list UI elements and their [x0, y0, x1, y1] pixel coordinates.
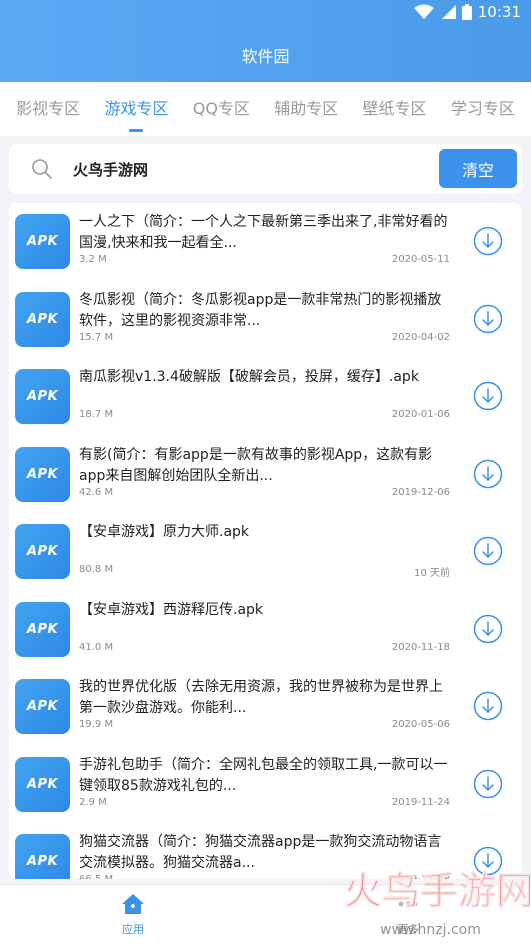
item-date: 2019-11-28	[392, 874, 450, 879]
item-date: 2020-05-11	[391, 254, 450, 265]
item-date: 2020-04-02	[391, 331, 450, 343]
tab-wallpaper[interactable]: 壁纸专区	[359, 82, 431, 136]
item-title: 一人之下（简介：一个人之下最新第三季出来了,非常好看的国漫,快来和我一起看全..…	[79, 214, 448, 251]
item-size: 41.0 M	[79, 641, 114, 653]
item-title: 手游礼包助手（简介：全网礼包最全的领取工具,一款可以一键领取85款游戏礼包的..…	[79, 756, 448, 794]
download-icon[interactable]	[473, 769, 503, 799]
item-size: 15.7 M	[79, 331, 114, 343]
home-icon	[122, 894, 144, 914]
apk-icon: APK	[15, 756, 70, 812]
list-item[interactable]: APK 狗猫交流器（简介：狗猫交流器app是一款狗交流动物语言交流模拟器。狗猫交流…	[9, 823, 522, 879]
page-title: 软件园	[241, 47, 290, 66]
item-size: 18.7 M	[79, 409, 114, 420]
nav-more-label: 更多	[397, 923, 419, 936]
item-date: 10 天前	[414, 568, 450, 579]
item-date: 2020-01-06	[391, 409, 450, 420]
list-item[interactable]: APK 冬瓜影视（简介：冬瓜影视app是一款非常热门的影视播放软件，这里的影视资源…	[9, 281, 522, 359]
status-icons: 10:31	[413, 3, 521, 21]
download-icon[interactable]	[473, 846, 503, 876]
apk-icon: APK	[15, 834, 70, 879]
tab-games[interactable]: 游戏专区	[100, 82, 172, 136]
status-bar: 10:31	[0, 0, 531, 28]
tab-qq[interactable]: QQ专区	[189, 82, 254, 136]
nav-apps-label: 应用	[122, 923, 144, 936]
apk-icon: APK	[15, 679, 70, 734]
item-title: 狗猫交流器（简介：狗猫交流器app是一款狗交流动物语言交流模拟器。狗猫交流器a.…	[79, 834, 442, 871]
download-icon[interactable]	[473, 691, 503, 721]
item-title: 冬瓜影视（简介：冬瓜影视app是一款非常热门的影视播放软件，这里的影视资源非常.…	[79, 291, 442, 329]
nav-apps[interactable]: 应用	[105, 893, 161, 937]
list-item[interactable]: APK 【安卓游戏】西游释厄传.apk 41.0 M 2020-11-18	[9, 591, 522, 669]
clear-button[interactable]: 清空	[439, 149, 517, 188]
status-time: 10:31	[477, 3, 521, 21]
item-date: 2019-12-06	[391, 486, 450, 498]
item-title: 我的世界优化版（去除无用资源，我的世界被称为是世界上第一款沙盘游戏。你能利...	[79, 679, 443, 716]
tab-assist[interactable]: 辅助专区	[270, 82, 342, 136]
app-header: 软件园	[0, 28, 531, 82]
download-icon[interactable]	[473, 614, 503, 644]
item-size: 19.9 M	[79, 719, 114, 730]
apk-icon: APK	[15, 446, 70, 502]
download-icon[interactable]	[473, 536, 503, 566]
download-icon[interactable]	[473, 226, 503, 256]
list-item[interactable]: APK 【安卓游戏】原力大师.apk 80.8 M 10 天前	[9, 513, 522, 591]
more-icon	[398, 901, 418, 907]
bottom-nav: 应用 更多	[0, 884, 531, 944]
item-title: 【安卓游戏】西游释厄传.apk	[79, 601, 264, 618]
item-title: 【安卓游戏】原力大师.apk	[79, 524, 250, 540]
download-icon[interactable]	[473, 459, 503, 489]
nav-more[interactable]: 更多	[380, 893, 436, 937]
tab-movies[interactable]: 影视专区	[12, 82, 84, 136]
apk-icon: APK	[15, 601, 70, 657]
list-item[interactable]: APK 一人之下（简介：一个人之下最新第三季出来了,非常好看的国漫,快来和我一起看…	[9, 203, 522, 281]
wifi-icon	[413, 4, 434, 19]
download-icon[interactable]	[473, 304, 503, 334]
category-tabs: 影视专区 游戏专区 QQ专区 辅助专区 壁纸专区 学习专区	[0, 82, 531, 136]
item-size: 66.5 M	[79, 874, 113, 879]
search-bar: 清空	[9, 144, 522, 194]
tab-study[interactable]: 学习专区	[447, 82, 519, 136]
item-date: 2020-05-06	[391, 719, 450, 730]
apk-icon: APK	[15, 291, 70, 347]
list-item[interactable]: APK 手游礼包助手（简介：全网礼包最全的领取工具,一款可以一键领取85款游戏礼包…	[9, 746, 522, 824]
item-title: 南瓜影视v1.3.4破解版【破解会员，投屏，缓存】.apk	[79, 369, 419, 385]
apk-icon: APK	[15, 369, 70, 424]
search-icon	[32, 159, 52, 179]
list-item[interactable]: APK 有影(简介：有影app是一款有故事的影视App，这款有影app来自图解创始…	[9, 436, 522, 514]
signal-icon	[441, 5, 456, 19]
item-size: 2.9 M	[79, 796, 107, 808]
item-size: 42.6 M	[79, 486, 114, 498]
apk-icon: APK	[15, 524, 70, 579]
list-item[interactable]: APK 南瓜影视v1.3.4破解版【破解会员，投屏，缓存】.apk 18.7 M 20…	[9, 358, 522, 436]
app-list: APK 一人之下（简介：一个人之下最新第三季出来了,非常好看的国漫,快来和我一起看…	[9, 203, 522, 879]
search-input[interactable]	[73, 154, 413, 184]
battery-icon	[461, 4, 472, 20]
item-date: 2020-11-18	[391, 641, 450, 653]
item-date: 2019-11-24	[391, 796, 450, 808]
item-size: 3.2 M	[79, 254, 107, 265]
apk-icon: APK	[15, 214, 70, 269]
item-size: 80.8 M	[79, 564, 114, 575]
item-title: 有影(简介：有影app是一款有故事的影视App，这款有影app来自图解创始团队全…	[79, 446, 433, 484]
list-item[interactable]: APK 我的世界优化版（去除无用资源，我的世界被称为是世界上第一款沙盘游戏。你能利…	[9, 668, 522, 746]
download-icon[interactable]	[473, 381, 503, 411]
